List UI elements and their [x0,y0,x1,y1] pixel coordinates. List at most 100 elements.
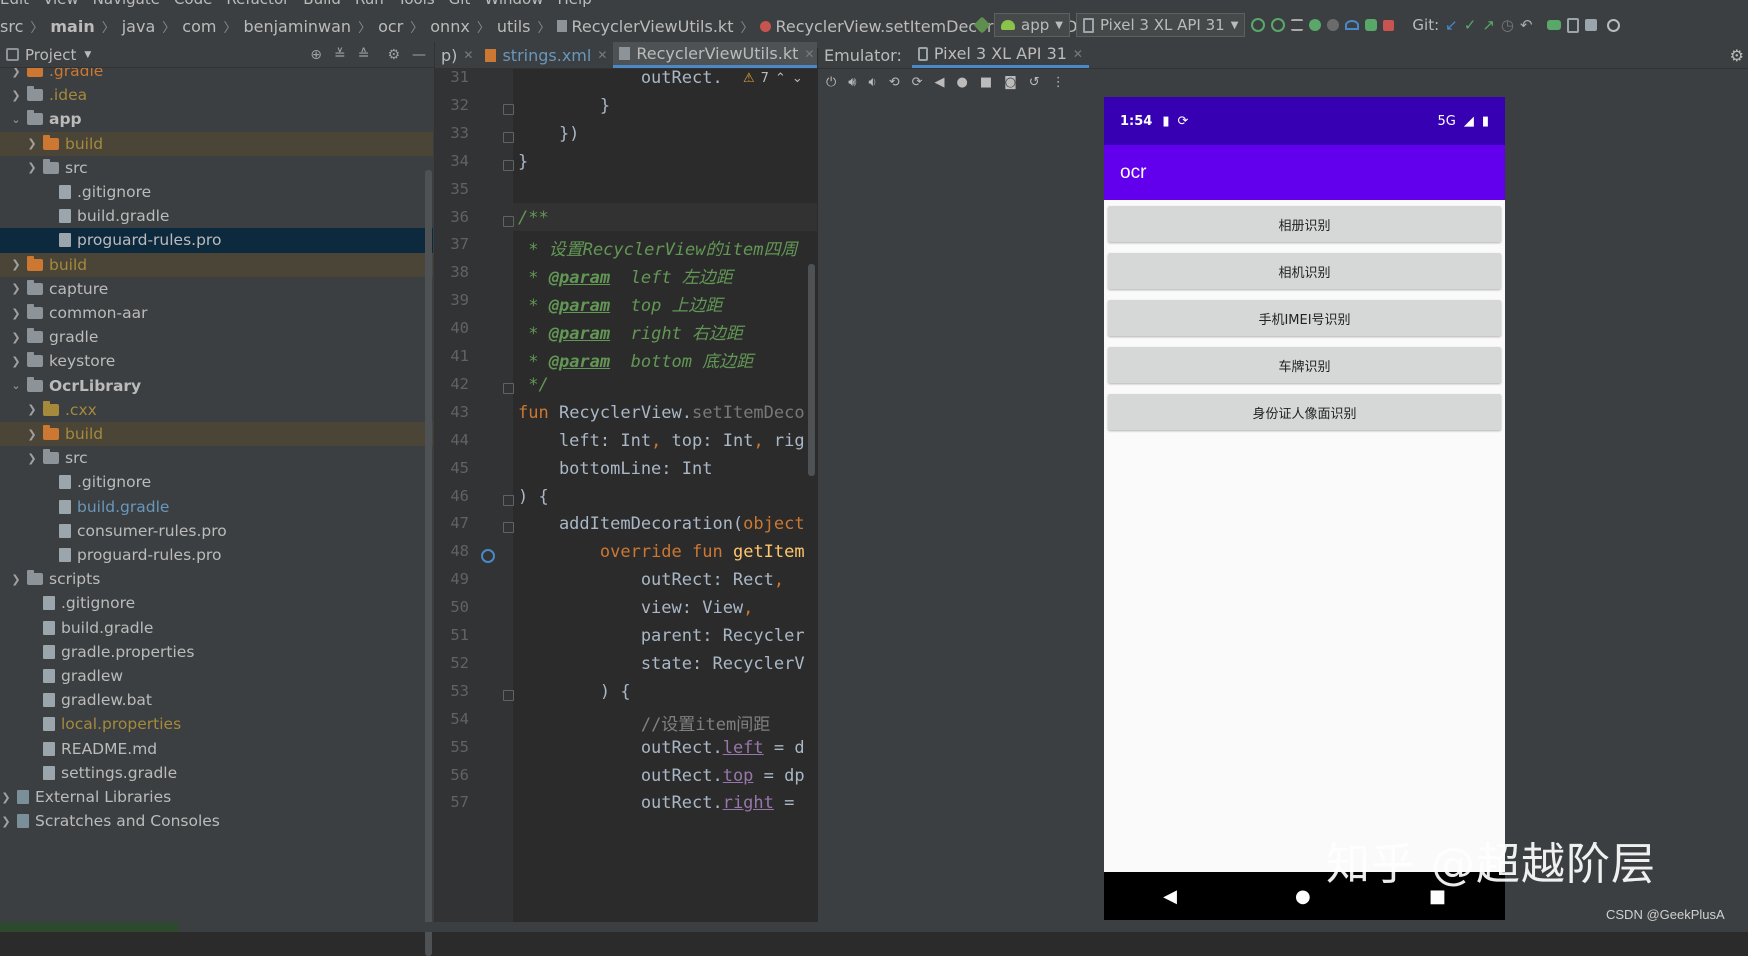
run-config-select[interactable]: app ▼ [994,13,1070,37]
close-icon[interactable]: ✕ [1073,47,1083,61]
rotate-left-icon[interactable]: ⟲ [889,75,900,90]
tree-item[interactable]: build.gradle [0,204,433,228]
chevron-right-icon[interactable]: ❯ [10,307,22,320]
locate-icon[interactable]: ⊕ [310,47,322,63]
fold-marker-icon[interactable] [503,522,514,534]
chevron-right-icon[interactable]: ❯ [10,282,22,295]
home-icon[interactable]: ● [957,75,968,90]
menu-item-code[interactable]: Code [174,0,212,7]
close-icon[interactable]: ✕ [597,48,607,62]
fold-marker-icon[interactable] [503,215,514,227]
app-button[interactable]: 相册识别 [1108,206,1501,242]
tree-item[interactable]: ❯ common-aar [0,301,433,325]
tree-item[interactable]: ⌄ OcrLibrary [0,374,433,398]
fold-marker-icon[interactable] [503,103,514,115]
chevron-right-icon[interactable]: ❯ [26,428,38,441]
chevron-right-icon[interactable]: ❯ [10,573,22,586]
fold-marker-icon[interactable] [503,131,514,143]
stop-icon[interactable] [1383,19,1395,31]
debug-icon[interactable] [1309,19,1322,31]
tree-item[interactable]: ❯ build [0,422,433,447]
tree-item[interactable]: ❯ src [0,156,433,180]
menu-item-help[interactable]: Help [558,0,592,7]
menu-item-build[interactable]: Build [303,0,341,7]
project-scrollbar[interactable] [425,170,432,956]
chevron-down-icon[interactable]: ⌄ [10,113,22,126]
tree-item[interactable]: gradlew.bat [0,688,433,712]
breadcrumb-item[interactable]: utils [497,17,531,36]
tree-item[interactable]: ❯ scripts [0,567,433,591]
rotate-right-icon[interactable]: ⟳ [912,75,923,90]
chevron-right-icon[interactable]: ❯ [26,137,38,150]
chevron-right-icon[interactable]: ❯ [26,452,38,465]
profile-icon[interactable] [1327,19,1340,31]
camera-icon[interactable]: ◙ [1004,75,1017,90]
chevron-down-icon[interactable]: ▼ [84,50,91,60]
chevron-up-icon[interactable]: ⌃ [775,71,786,86]
fold-marker-icon[interactable] [503,689,514,701]
volume-down-icon[interactable]: 🔉︎ [869,75,877,90]
tab-emulator-device[interactable]: Pixel 3 XL API 31 ✕ [911,42,1089,68]
tree-item[interactable]: gradlew [0,664,433,688]
tree-item[interactable]: ❯ build [0,131,433,156]
code-editor[interactable]: 31 32 33 34 35 36 37 38 39 40 41 42 43 44 45 46 47 48 49 50… [435,69,817,932]
list-icon[interactable] [1291,19,1304,31]
menu-item-edit[interactable]: Edit [0,0,29,7]
breadcrumb-item[interactable]: onnx [430,17,470,36]
breadcrumb-item[interactable]: main [50,17,94,36]
sdk-manager-icon[interactable] [1566,17,1579,33]
chevron-down-icon[interactable]: ⌄ [792,71,803,86]
tree-item[interactable]: ❯ .gradle [0,68,433,83]
menu-item-run[interactable]: Run [355,0,384,7]
menu-item-navigate[interactable]: Navigate [93,0,160,7]
power-icon[interactable]: ⏻ [826,75,836,90]
tree-item[interactable]: ❯ gradle [0,325,433,349]
breadcrumb-item[interactable]: benjaminwan [243,17,351,36]
tree-item[interactable]: ❯ .cxx [0,398,433,422]
app-button[interactable]: 相机识别 [1108,253,1501,289]
menu-item-tools[interactable]: Tools [398,0,435,7]
collapse-all-icon[interactable]: ≙ [358,47,370,63]
tree-item[interactable]: ❯ .idea [0,83,433,107]
overview-icon[interactable]: ■ [980,75,992,90]
snapshot-icon[interactable]: ↺ [1029,75,1040,90]
editor-tab[interactable]: strings.xml ✕ [479,42,613,68]
tree-item[interactable]: ❯ External Libraries [0,785,433,809]
chevron-down-icon[interactable]: ⌄ [10,379,22,392]
back-icon[interactable]: ◀ [935,75,945,90]
fold-marker-icon[interactable] [503,494,514,506]
tree-item[interactable]: gradle.properties [0,640,433,664]
breadcrumb-item[interactable]: src [0,17,23,36]
git-commit-icon[interactable]: ✓ [1464,16,1477,34]
chevron-right-icon[interactable]: ❯ [10,355,22,368]
tree-item[interactable]: ❯ build [0,252,433,277]
editor-scrollbar[interactable] [808,264,815,476]
chevron-right-icon[interactable]: ❯ [10,89,22,102]
chevron-right-icon[interactable]: ❯ [26,403,38,416]
chevron-right-icon[interactable]: ❯ [26,161,38,174]
tree-item[interactable]: .gitignore [0,470,433,494]
apply-changes-icon[interactable] [1251,18,1266,32]
close-icon[interactable]: ✕ [463,48,473,62]
chevron-right-icon[interactable]: ❯ [10,68,22,78]
tree-item[interactable]: .gitignore [0,180,433,204]
inspection-widget[interactable]: ⚠ 7 ⌃ ⌄ [743,69,803,87]
breadcrumb-item[interactable]: RecyclerViewUtils.kt [571,17,733,36]
git-push-icon[interactable]: ↗ [1482,16,1495,34]
chevron-right-icon[interactable]: ❯ [0,791,12,804]
more-icon[interactable]: ⋮ [1052,75,1065,90]
app-button[interactable]: 车牌识别 [1108,347,1501,383]
tree-item[interactable]: local.properties [0,712,433,736]
git-update-icon[interactable]: ↙ [1445,16,1458,34]
tree-item[interactable]: README.md [0,737,433,761]
volume-up-icon[interactable]: 🔊︎ [848,75,856,90]
app-button[interactable]: 手机IMEI号识别 [1108,300,1501,336]
tree-item[interactable]: .gitignore [0,591,433,615]
attach-debugger-icon[interactable] [1365,19,1378,31]
chevron-right-icon[interactable]: ❯ [10,331,22,344]
tree-item[interactable]: ❯ Scratches and Consoles [0,809,433,833]
history-icon[interactable]: ◷ [1501,16,1514,34]
breadcrumb-item[interactable]: java [122,17,156,36]
gear-icon[interactable]: ⚙ [387,47,400,63]
breadcrumb-item[interactable]: com [182,17,216,36]
